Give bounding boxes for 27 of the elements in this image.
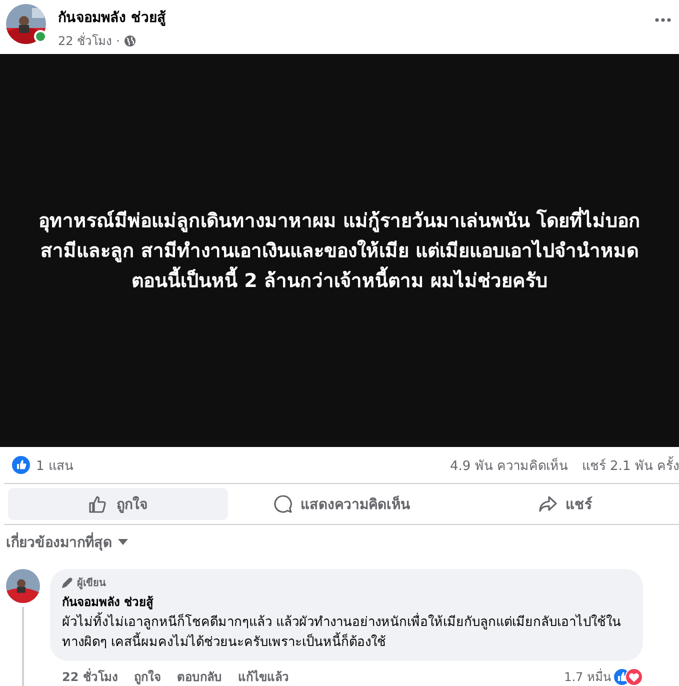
comment-action-link[interactable]: ตอบกลับ	[176, 667, 222, 686]
comment-text: ผัวไม่ทิ้งไม่เอาลูกหนีก็โชคดีมากๆแล้ว แล้วผัวทำงานอย่างหนักเพื่อให้เมียกับลูกแต่เมียกลับเอาไปใช้ในทางผิดๆ เคสนี้ผมคงไม่ได้ช่วยนะครับเพราะเป็นหนี้ก็ต้องใช้	[62, 613, 631, 653]
like-icon	[12, 456, 30, 474]
comment-reaction-count[interactable]: 1.7 หมื่น	[564, 667, 611, 686]
sort-dropdown[interactable]: เกี่ยวข้องมากที่สุด	[6, 531, 128, 553]
comment-action-link[interactable]: ถูกใจ	[134, 667, 161, 686]
reaction-count[interactable]: 1 แสน	[36, 454, 74, 476]
action-button[interactable]: ถูกใจ	[8, 488, 228, 520]
comment-count[interactable]: 4.9 พัน ความคิดเห็น	[450, 454, 568, 476]
comment-time[interactable]: 22 ชั่วโมง	[62, 667, 118, 686]
action-button[interactable]: แสดงความคิดเห็น	[232, 488, 452, 520]
caret-icon	[118, 539, 128, 545]
post-image-text: อุทาหรณ์มีพ่อแม่ลูกเดินทางมาหาผม แม่กู้รายวันมาเล่นพนัน โดยที่ไม่บอกสามีและลูก สามีทำงานเอาเงินและของให้เมีย แต่เมียแอบเอาไปจำนำหมด ตอนนี้เป็นหนี้ 2 ล้านกว่าเจ้าหนี้ตาม ผมไม่ช่วยครับ	[34, 206, 644, 296]
separator: ·	[116, 34, 120, 48]
post-time[interactable]: 22 ชั่วโมง	[58, 31, 112, 50]
pen-icon	[62, 577, 73, 588]
thumbs-up-icon	[88, 494, 108, 514]
author-label: ผู้เขียน	[77, 576, 106, 590]
globe-icon	[124, 34, 136, 46]
comment-action-link[interactable]: แก้ไขแล้ว	[238, 667, 289, 686]
more-options-icon[interactable]	[655, 18, 671, 22]
action-button[interactable]: แชร์	[455, 488, 676, 520]
share-count[interactable]: แชร์ 2.1 พัน ครั้ง	[582, 454, 679, 476]
commenter-name[interactable]: กันจอมพลัง ช่วยสู้	[62, 592, 631, 611]
share-arrow-icon	[538, 494, 558, 514]
author-name[interactable]: กันจอมพลัง ช่วยสู้	[58, 6, 166, 28]
speech-bubble-icon	[272, 494, 292, 514]
